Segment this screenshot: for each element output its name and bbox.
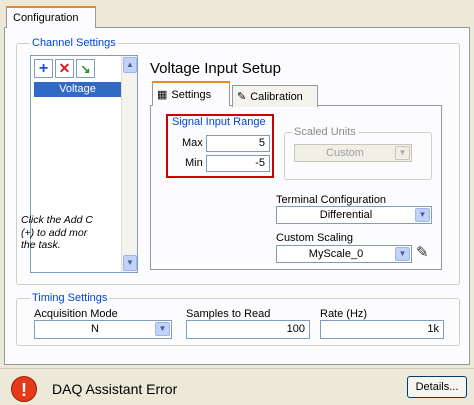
chevron-down-icon[interactable]: ▼ [395, 247, 410, 261]
rate-label: Rate (Hz) [320, 308, 368, 320]
scaled-units-legend: Scaled Units [292, 126, 358, 138]
channel-list-scrollbar[interactable]: ▲ ▼ [121, 56, 137, 272]
max-input[interactable]: 5 [206, 135, 270, 152]
terminal-configuration-label: Terminal Configuration [276, 194, 387, 206]
acquisition-mode-select[interactable]: N ▼ [34, 320, 172, 339]
tab-configuration[interactable]: Configuration [6, 6, 96, 28]
channel-item-voltage[interactable]: Voltage [34, 82, 121, 97]
rate-input[interactable]: 1k [320, 320, 444, 339]
details-button[interactable]: Details... [407, 376, 467, 398]
tab-calibration[interactable]: ✎ Calibration [232, 85, 318, 107]
remove-channel-icon[interactable]: ✕ [55, 59, 74, 78]
error-icon: ! [11, 376, 37, 402]
scale-browse-icon[interactable]: ✎ [416, 243, 434, 263]
max-label: Max [182, 137, 203, 149]
min-input[interactable]: -5 [206, 155, 270, 172]
daq-assistant-window: Configuration Channel Settings + ✕ ↘ Vol… [0, 0, 474, 405]
rename-channel-icon[interactable]: ↘ [76, 59, 95, 78]
chevron-down-icon[interactable]: ▼ [155, 322, 170, 336]
channel-settings-legend: Channel Settings [30, 37, 118, 49]
samples-to-read-label: Samples to Read [186, 308, 271, 320]
scaled-units-select: Custom ▼ [294, 144, 412, 162]
setup-title: Voltage Input Setup [150, 60, 281, 77]
channel-help-note: Click the Add C (+) to add mor the task. [21, 214, 93, 251]
chevron-down-icon: ▼ [395, 146, 410, 160]
calibration-tab-icon: ✎ [237, 91, 247, 103]
min-label: Min [185, 157, 203, 169]
acquisition-mode-label: Acquisition Mode [34, 308, 118, 320]
chevron-down-icon[interactable]: ▼ [415, 208, 430, 222]
signal-input-range-legend: Signal Input Range [170, 116, 268, 128]
custom-scaling-select[interactable]: MyScale_0 ▼ [276, 245, 412, 263]
settings-tab-icon: ▦ [157, 89, 168, 101]
add-channel-icon[interactable]: + [34, 59, 53, 78]
terminal-configuration-select[interactable]: Differential ▼ [276, 206, 432, 224]
timing-settings-legend: Timing Settings [30, 292, 110, 304]
custom-scaling-label: Custom Scaling [276, 232, 354, 244]
samples-to-read-input[interactable]: 100 [186, 320, 310, 339]
tab-settings[interactable]: ▦ Settings [152, 81, 230, 106]
scroll-up-icon[interactable]: ▲ [123, 57, 137, 73]
scroll-down-icon[interactable]: ▼ [123, 255, 137, 271]
error-title: DAQ Assistant Error [52, 381, 178, 397]
